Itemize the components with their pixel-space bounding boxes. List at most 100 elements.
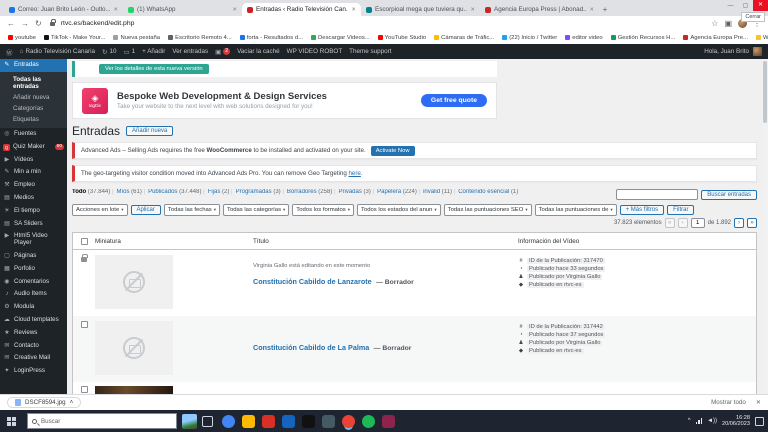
bookmark-star-icon[interactable]: ☆: [711, 19, 718, 28]
current-page-input[interactable]: [690, 218, 705, 228]
bookmark-item[interactable]: (22) Inicio / Twitter: [502, 35, 557, 41]
next-page-button[interactable]: ›: [734, 218, 744, 228]
taskbar-app-spotify[interactable]: [362, 414, 375, 428]
tab-close-icon[interactable]: ✕: [232, 7, 237, 13]
sidebar-item-html5-video-player[interactable]: ▶ Html5 Video Player: [0, 230, 67, 250]
sidebar-item-min-a-min[interactable]: ✎ Min a min: [0, 166, 67, 179]
filter-link-invalid[interactable]: invalid (11): [423, 189, 455, 195]
sidebar-item-modula[interactable]: ⚙ Modula: [0, 301, 67, 314]
seo-score-filter-select[interactable]: Todas las puntuaciones SEO ▾: [443, 204, 532, 216]
show-all-downloads-button[interactable]: Mostrar todo: [711, 399, 746, 406]
chevron-up-icon[interactable]: ˄: [70, 399, 74, 406]
forward-icon[interactable]: →: [21, 19, 29, 28]
tab-close-icon[interactable]: ✕: [589, 7, 594, 13]
taskbar-app-capture[interactable]: [322, 414, 335, 428]
bookmark-item[interactable]: TikTok - Make Your...: [43, 35, 105, 41]
admin-bar-site-name[interactable]: ⌂ Radio Televisión Canaria: [20, 48, 95, 55]
side-panel-icon[interactable]: ▣: [724, 19, 732, 28]
sidebar-item-porfolio[interactable]: ▦ Porfolio: [0, 263, 67, 276]
minimize-button[interactable]: —: [723, 3, 738, 9]
get-free-quote-button[interactable]: Get free quote: [420, 94, 487, 107]
filter-link-papelera[interactable]: Papelera (224): [377, 189, 420, 195]
page-scrollbar[interactable]: [762, 59, 768, 394]
scrollbar-thumb[interactable]: [763, 61, 767, 123]
column-header-titulo[interactable]: Título: [253, 238, 518, 245]
post-title-link[interactable]: Constitución Cabildo de La Palma: [253, 343, 369, 352]
user-avatar[interactable]: [753, 47, 762, 56]
tab-europa-press[interactable]: Agencia Europa Press | Abonad... ✕: [480, 3, 599, 16]
sidebar-item-reviews[interactable]: ★ Reviews: [0, 327, 67, 340]
submenu-categorias[interactable]: Categorías: [0, 103, 67, 114]
readability-filter-select[interactable]: Todas las puntuaciones de ▾: [534, 204, 617, 216]
filter-link-borradores[interactable]: Borradores (258): [287, 189, 336, 195]
sidebar-item-contacto[interactable]: ✉ Contacto: [0, 340, 67, 353]
taskbar-app-red[interactable]: [262, 414, 275, 428]
bulk-actions-select[interactable]: Acciones en lote ▾: [72, 204, 128, 216]
sidebar-item-quiz-maker[interactable]: Q Quiz Maker 60: [0, 141, 67, 154]
filter-link-todo[interactable]: Todo (37.844): [72, 189, 113, 195]
admin-bar-view-posts[interactable]: Ver entradas: [172, 48, 208, 55]
row-checkbox[interactable]: [80, 321, 88, 328]
filter-link-publicados[interactable]: Publicados (37.448): [148, 189, 205, 195]
sidebar-item-videos[interactable]: ▶ Vídeos: [0, 154, 67, 167]
taskbar-search-box[interactable]: Buscar: [27, 413, 177, 429]
sidebar-item-entradas[interactable]: ✎ Entradas: [0, 59, 67, 72]
taskbar-app-file-explorer[interactable]: [242, 414, 255, 428]
new-tab-button[interactable]: +: [599, 3, 611, 15]
bookmark-item[interactable]: YouTube Studio: [377, 35, 426, 41]
post-title-link[interactable]: Constitución Cabildo de Lanzarote: [253, 277, 372, 286]
taskbar-app-tiktok[interactable]: [302, 414, 315, 428]
admin-bar-theme-support[interactable]: Theme support: [349, 48, 391, 55]
tab-whatsapp[interactable]: (1) WhatsApp ✕: [123, 3, 242, 16]
search-posts-button[interactable]: Buscar entradas: [701, 189, 757, 200]
submenu-todas-las-entradas[interactable]: Todas las entradas: [0, 74, 67, 92]
download-item[interactable]: DSCF8594.jpg ˄: [7, 397, 82, 408]
filter-link-mios[interactable]: Míos (61): [116, 189, 145, 195]
taskbar-clock[interactable]: 16:28 20/06/2023: [722, 415, 750, 428]
maximize-button[interactable]: ▢: [738, 2, 753, 9]
admin-bar-new-content[interactable]: + Añadir: [142, 48, 165, 55]
apply-button[interactable]: Aplicar: [130, 205, 161, 215]
admin-bar-updates[interactable]: ↻ 10: [102, 48, 116, 56]
network-icon[interactable]: [695, 418, 703, 424]
admin-bar-clear-cache[interactable]: Vaciar la caché: [237, 48, 280, 55]
categories-filter-select[interactable]: Todas las categorías ▾: [223, 204, 290, 216]
sidebar-item-el-tiempo[interactable]: ☀ El tiempo: [0, 205, 67, 218]
tab-wordpress-entradas[interactable]: Entradas ‹ Radio Televisión Can... ✕: [242, 3, 361, 16]
sidebar-item-creative-mail[interactable]: ✉ Creative Mail: [0, 352, 67, 365]
taskbar-app-blue[interactable]: [282, 414, 295, 428]
tab-four[interactable]: Escorpioal mega que tuviera qu... ✕: [361, 3, 480, 16]
news-and-interests-icon[interactable]: [182, 413, 197, 429]
filter-button[interactable]: Filtrar: [667, 205, 695, 215]
activate-now-button[interactable]: Activate Now: [370, 145, 415, 156]
wordpress-logo-icon[interactable]: Ⓦ: [6, 47, 13, 57]
bookmark-item[interactable]: youtube: [8, 35, 36, 41]
dates-filter-select[interactable]: Todas las fechas ▾: [163, 204, 220, 216]
sidebar-item-cloud-templates[interactable]: ☁ Cloud templates: [0, 314, 67, 327]
back-icon[interactable]: ←: [7, 19, 15, 28]
view-version-details-button[interactable]: Ver los detalles de esta nueva versión: [99, 64, 209, 74]
bookmark-item[interactable]: Escritorio Remoto 4...: [168, 35, 232, 41]
tab-outlook[interactable]: Correo: Juan Brito León - Outlo... ✕: [4, 3, 123, 16]
search-posts-input[interactable]: [616, 189, 699, 200]
row-checkbox[interactable]: [80, 386, 88, 393]
sidebar-item-loginpress[interactable]: ✦ LoginPress: [0, 365, 67, 378]
bookmark-item[interactable]: Gestión Recursos H...: [610, 35, 675, 41]
sidebar-item-audio-items[interactable]: ♪ Audio Items: [0, 288, 67, 301]
sidebar-item-sa-sliders[interactable]: ▤ SA Sliders: [0, 218, 67, 231]
close-button[interactable]: ✕: [753, 0, 768, 11]
tab-close-icon[interactable]: ✕: [351, 7, 356, 13]
tray-expand-icon[interactable]: ^: [688, 418, 691, 424]
taskbar-app-teams[interactable]: [222, 414, 235, 428]
task-view-icon[interactable]: [202, 415, 213, 427]
sidebar-item-medios[interactable]: ▤ Medios: [0, 192, 67, 205]
volume-icon[interactable]: ◄)): [707, 418, 717, 424]
address-bar[interactable]: rtvc.es/backend/edit.php: [61, 20, 706, 27]
submenu-etiquetas[interactable]: Etiquetas: [0, 114, 67, 125]
bookmark-item[interactable]: Agencia Europa Pre...: [683, 35, 748, 41]
select-all-checkbox[interactable]: [80, 237, 88, 245]
filter-link-privadas[interactable]: Privadas (3): [339, 189, 375, 195]
geo-targeting-here-link[interactable]: here: [348, 170, 360, 177]
add-new-post-button[interactable]: Añadir nueva: [126, 126, 174, 136]
bookmark-item[interactable]: Nueva pestaña: [113, 35, 160, 41]
